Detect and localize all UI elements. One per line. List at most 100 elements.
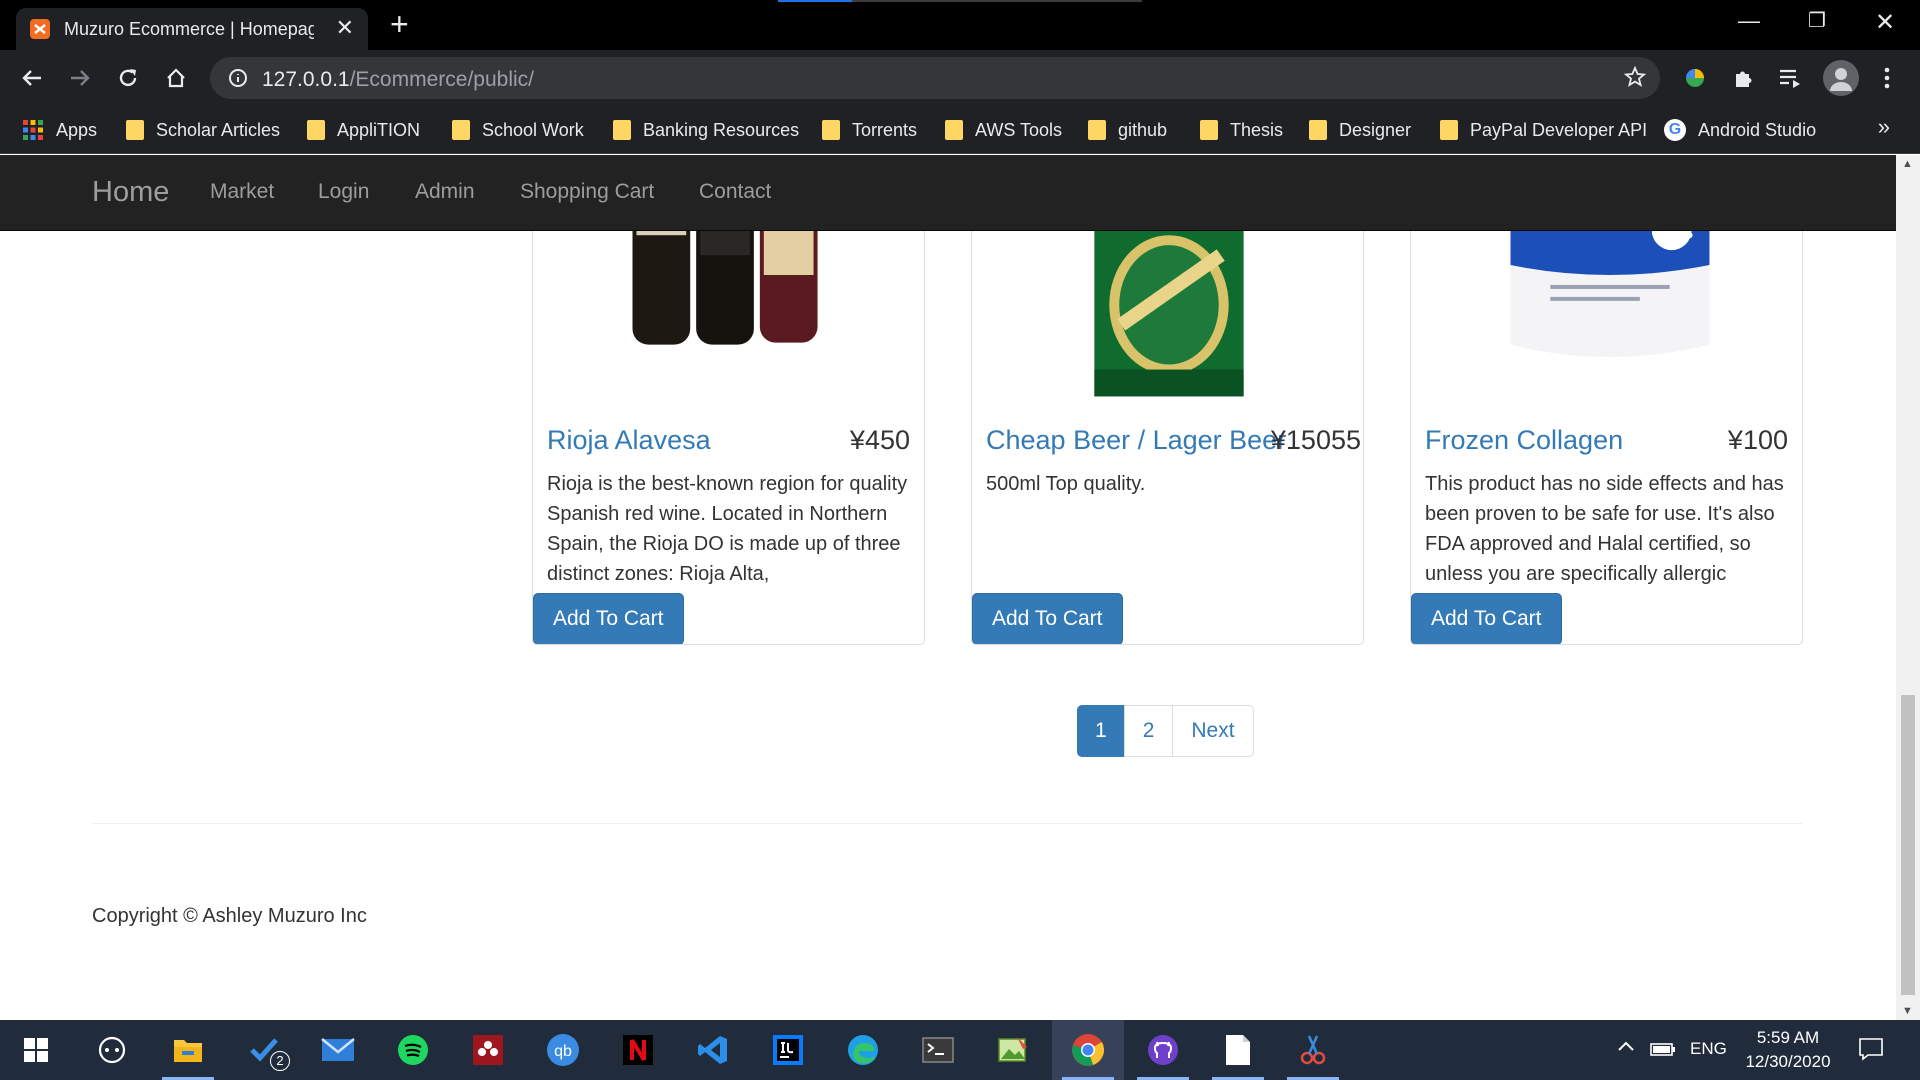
snipping-tool-icon[interactable] [1277,1020,1349,1080]
scroll-up-icon[interactable]: ▲ [1902,158,1913,170]
bookmark-apps[interactable]: Apps [22,118,97,142]
vscode-icon[interactable] [677,1020,749,1080]
bookmark-school-work[interactable]: School Work [452,118,584,142]
apps-grid-icon [23,120,43,140]
intellij-icon[interactable] [752,1020,824,1080]
notepad-icon[interactable] [1202,1020,1274,1080]
chrome-menu-icon[interactable] [1872,63,1902,93]
browser-tab[interactable]: Muzuro Ecommerce | Homepage ✕ [16,8,368,50]
bookmark-aws-tools[interactable]: AWS Tools [945,118,1062,142]
bookmark-label: github [1118,119,1168,140]
nav-login-link[interactable]: Login [318,180,369,204]
window-close-icon[interactable]: ✕ [1875,8,1895,37]
google-icon: G [1664,119,1686,141]
product-price: ¥450 [849,425,910,455]
todo-badge: 2 [270,1051,290,1071]
product-price: ¥100 [1727,425,1788,455]
bookmark-android-studio[interactable]: G Android Studio [1664,118,1816,142]
spotify-icon[interactable] [377,1020,449,1080]
bookmark-label: Torrents [852,119,918,140]
bookmarks-bar: Apps Scholar Articles AppliTION School W… [0,106,1920,154]
windows-start-icon[interactable] [0,1020,72,1080]
back-icon[interactable] [16,62,48,94]
folder-icon [1088,120,1106,140]
next-page-link[interactable]: Next [1172,705,1254,757]
page-1-link[interactable]: 1 [1077,705,1125,757]
tab-close-icon[interactable]: ✕ [336,17,354,39]
bookmark-github[interactable]: github [1088,118,1167,142]
page-scrollbar[interactable]: ▲ ▼ [1896,155,1920,1020]
home-icon[interactable] [160,62,192,94]
footer-divider [92,823,1802,824]
bookmark-label: Banking Resources [643,119,800,140]
nav-admin-link[interactable]: Admin [415,180,475,204]
bookmark-label: AppliTION [337,119,421,140]
add-to-cart-button[interactable]: Add To Cart [972,593,1123,644]
bookmark-torrents[interactable]: Torrents [822,118,917,142]
system-clock[interactable]: 5:59 AM 12/30/2020 [1738,1026,1838,1074]
page-viewport: Home Market Login Admin Shopping Cart Co… [0,155,1896,1020]
footer-copyright: Copyright © Ashley Muzuro Inc [92,905,367,927]
bookmarks-overflow-icon[interactable]: » [1878,114,1890,140]
bookmark-applition[interactable]: AppliTION [307,118,420,142]
bookmark-designer[interactable]: Designer [1309,118,1411,142]
cortana-icon[interactable] [76,1020,148,1080]
nav-contact-link[interactable]: Contact [699,180,771,204]
github-desktop-icon[interactable] [1127,1020,1199,1080]
folder-icon [1200,120,1218,140]
url-path: /Ecommerce/public/ [349,68,534,91]
chrome-taskbar-icon[interactable] [1052,1020,1124,1080]
netflix-icon[interactable] [602,1020,674,1080]
profile-avatar[interactable] [1823,60,1859,96]
bookmark-thesis[interactable]: Thesis [1200,118,1283,142]
bookmark-label: Designer [1339,119,1412,140]
restore-icon[interactable]: ❐ [1808,8,1826,33]
bookmark-paypal-developer-api[interactable]: PayPal Developer API [1440,118,1647,142]
scroll-down-icon[interactable]: ▼ [1902,1005,1913,1017]
folder-icon [822,120,840,140]
folder-icon [613,120,631,140]
folder-icon [307,120,325,140]
battery-icon[interactable] [1650,1040,1676,1063]
media-queue-icon[interactable] [1775,63,1805,93]
product-name[interactable]: Frozen Collagen [1425,425,1623,456]
site-info-icon[interactable] [228,68,248,93]
bookmark-label: PayPal Developer API [1470,119,1648,140]
bookmark-scholar-articles[interactable]: Scholar Articles [126,118,280,142]
input-language[interactable]: ENG [1690,1039,1727,1059]
address-bar[interactable]: 127.0.0.1/Ecommerce/public/ [210,57,1660,99]
terminal-icon[interactable] [902,1020,974,1080]
product-name[interactable]: Cheap Beer / Lager Beer [986,425,1286,456]
extension-colorful-icon[interactable] [1680,63,1710,93]
product-name[interactable]: Rioja Alavesa [547,425,711,456]
browser-toolbar: 127.0.0.1/Ecommerce/public/ [0,50,1920,106]
folder-icon [452,120,470,140]
windows-taskbar: 2 qb ENG 5:59 AM 12/30/2020 [0,1020,1920,1080]
reload-icon[interactable] [112,62,144,94]
scrollbar-thumb[interactable] [1901,695,1915,995]
nav-home-link[interactable]: Home [92,176,169,209]
forward-icon[interactable] [64,62,96,94]
file-explorer-icon[interactable] [152,1020,224,1080]
bookmark-star-icon[interactable] [1623,65,1647,93]
edge-icon[interactable] [827,1020,899,1080]
mail-icon[interactable] [302,1020,374,1080]
new-tab-button[interactable]: + [390,6,409,42]
photo-editor-icon[interactable] [977,1020,1049,1080]
extensions-puzzle-icon[interactable] [1728,63,1758,93]
page-2-link[interactable]: 2 [1123,705,1174,757]
bookmark-banking-resources[interactable]: Banking Resources [613,118,799,142]
tray-overflow-icon[interactable] [1617,1038,1635,1061]
add-to-cart-button[interactable]: Add To Cart [533,593,684,644]
todo-icon[interactable]: 2 [228,1020,300,1080]
product-description: Rioja is the best-known region for quali… [547,473,908,585]
nav-shopping-cart-link[interactable]: Shopping Cart [520,180,654,204]
qbittorrent-icon[interactable]: qb [527,1020,599,1080]
add-to-cart-button[interactable]: Add To Cart [1411,593,1562,644]
nav-market-link[interactable]: Market [210,180,274,204]
folder-icon [126,120,144,140]
bookmark-label: Scholar Articles [156,119,281,140]
mendeley-icon[interactable] [452,1020,524,1080]
notification-center-icon[interactable] [1858,1037,1884,1066]
minimize-icon[interactable]: — [1738,8,1760,34]
